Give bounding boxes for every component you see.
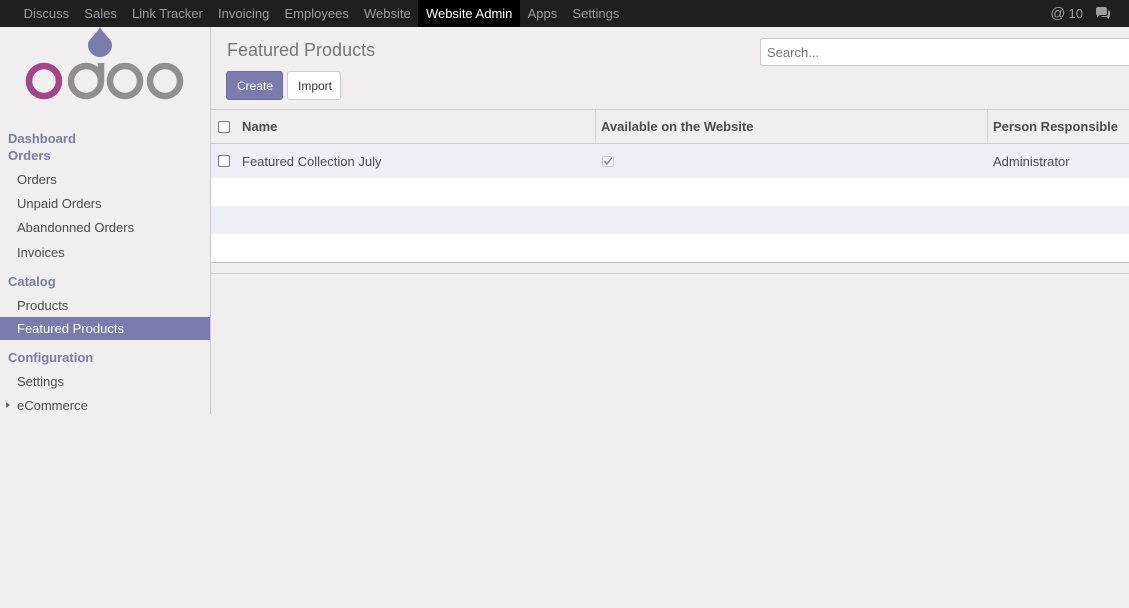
page-title: Featured Products (227, 40, 376, 60)
sidebar-item-ecommerce-label: eCommerce (17, 398, 88, 413)
cell-name: Featured Collection July (242, 153, 382, 169)
menu-website-admin[interactable]: Website Admin (418, 0, 520, 27)
table-row[interactable]: Featured Collection July Administrator (211, 144, 1129, 178)
sidebar: Dashboard Orders Orders Unpaid Orders Ab… (0, 27, 211, 414)
sidebar-section-catalog: Catalog (8, 274, 56, 289)
create-button[interactable]: Create (226, 71, 283, 100)
search-input[interactable] (760, 38, 1129, 66)
sidebar-item-invoices[interactable]: Invoices (0, 241, 210, 264)
column-divider (595, 110, 596, 143)
select-all-cell (218, 110, 230, 143)
menu-apps[interactable]: Apps (520, 0, 565, 27)
sidebar-section-configuration: Configuration (8, 350, 94, 365)
odoo-logo (25, 27, 184, 100)
menu-invoicing[interactable]: Invoicing (210, 0, 277, 27)
menu-link-tracker[interactable]: Link Tracker (124, 0, 210, 27)
column-header-person[interactable]: Person Responsible (993, 110, 1118, 143)
footer-divider (211, 273, 1129, 274)
sidebar-item-ecommerce[interactable]: eCommerce (0, 394, 210, 417)
menu-discuss[interactable]: Discuss (16, 0, 77, 27)
sidebar-item-abandoned-orders[interactable]: Abandonned Orders (0, 216, 210, 239)
chat-button[interactable] (1089, 7, 1117, 20)
sidebar-dashboard[interactable]: Dashboard (8, 131, 76, 146)
menu-sales[interactable]: Sales (77, 0, 125, 27)
empty-row (211, 206, 1129, 234)
import-button[interactable]: Import (287, 71, 341, 100)
divider (211, 262, 1129, 263)
sidebar-item-unpaid-orders[interactable]: Unpaid Orders (0, 192, 210, 215)
cell-person: Administrator (993, 153, 1070, 169)
app-menu: Discuss Sales Link Tracker Invoicing Emp… (0, 0, 627, 27)
empty-row (211, 234, 1129, 262)
notification-count: 10 (1068, 6, 1083, 21)
sidebar-section-orders: Orders (8, 148, 51, 163)
top-navbar: Discuss Sales Link Tracker Invoicing Emp… (0, 0, 1129, 27)
menu-employees[interactable]: Employees (277, 0, 357, 27)
menu-website[interactable]: Website (356, 0, 418, 27)
column-divider (987, 110, 988, 143)
row-select-cell (218, 144, 230, 178)
debug-button[interactable] (1117, 7, 1129, 20)
sidebar-item-featured-products[interactable]: Featured Products (0, 317, 210, 340)
column-header-name[interactable]: Name (242, 110, 277, 143)
mentions-button[interactable]: @ 10 (1044, 0, 1089, 27)
sidebar-item-products[interactable]: Products (0, 294, 210, 317)
empty-row (211, 178, 1129, 206)
checkmark-icon (602, 155, 614, 167)
systray: @ 10 (1044, 0, 1129, 27)
cell-available (602, 144, 614, 178)
at-sign-icon: @ (1050, 5, 1066, 22)
chat-bubbles-icon (1096, 7, 1110, 19)
sidebar-item-orders[interactable]: Orders (0, 168, 210, 191)
sidebar-item-settings[interactable]: Settings (0, 370, 210, 393)
column-header-available[interactable]: Available on the Website (601, 110, 753, 143)
row-checkbox[interactable] (218, 155, 230, 167)
menu-settings[interactable]: Settings (565, 0, 627, 27)
caret-right-icon (6, 402, 10, 408)
select-all-checkbox[interactable] (218, 120, 230, 133)
table-header: Name Available on the Website Person Res… (211, 110, 1129, 143)
